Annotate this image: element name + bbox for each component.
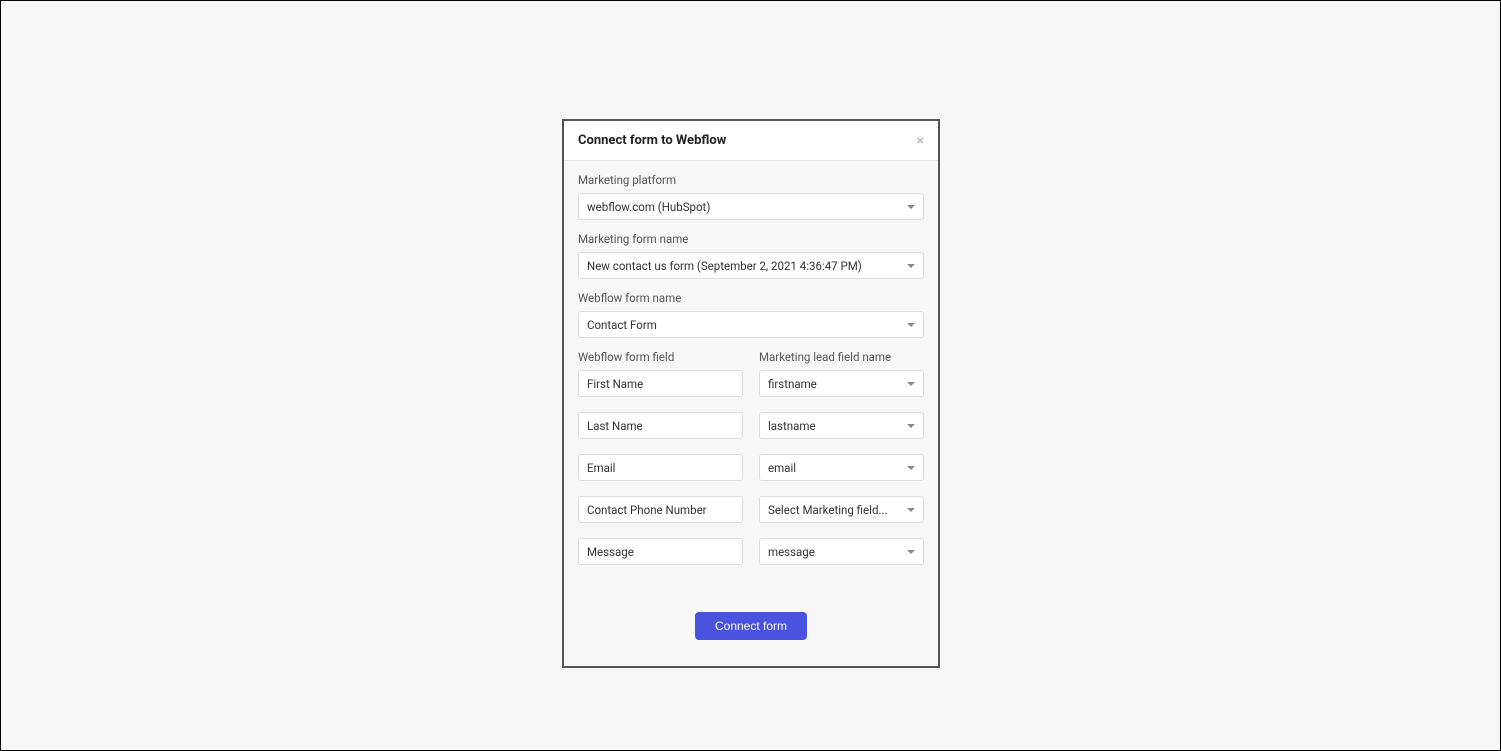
webflow-field-input[interactable]: Message [578, 538, 743, 565]
caret-down-icon [907, 550, 915, 554]
marketing-form-name-group: Marketing form name New contact us form … [578, 232, 924, 279]
marketing-field-value: firstname [768, 377, 901, 391]
modal-title: Connect form to Webflow [578, 133, 726, 148]
marketing-field-value: Select Marketing field... [768, 503, 901, 517]
marketing-field-value: message [768, 545, 901, 559]
modal-body: Marketing platform webflow.com (HubSpot)… [564, 161, 938, 666]
caret-down-icon [907, 323, 915, 327]
marketing-form-name-label: Marketing form name [578, 232, 924, 246]
mapping-row: Email email [578, 454, 924, 481]
connect-form-modal: Connect form to Webflow × Marketing plat… [562, 119, 940, 668]
webflow-field-input[interactable]: Email [578, 454, 743, 481]
webflow-field-input[interactable]: Last Name [578, 412, 743, 439]
webflow-field-value: First Name [587, 377, 643, 391]
mapping-row: First Name firstname [578, 370, 924, 397]
marketing-form-name-select[interactable]: New contact us form (September 2, 2021 4… [578, 252, 924, 279]
mapping-header: Webflow form field Marketing lead field … [578, 350, 924, 364]
marketing-platform-label: Marketing platform [578, 173, 924, 187]
webflow-field-value: Message [587, 545, 634, 559]
webflow-field-value: Last Name [587, 419, 643, 433]
modal-footer: Connect form [578, 580, 924, 648]
marketing-lead-field-label: Marketing lead field name [759, 350, 924, 364]
marketing-field-select[interactable]: email [759, 454, 924, 481]
modal-header: Connect form to Webflow × [564, 121, 938, 161]
caret-down-icon [907, 424, 915, 428]
mapping-row: Contact Phone Number Select Marketing fi… [578, 496, 924, 523]
caret-down-icon [907, 508, 915, 512]
webflow-field-value: Contact Phone Number [587, 503, 707, 517]
connect-form-button[interactable]: Connect form [695, 612, 807, 640]
webflow-form-name-value: Contact Form [587, 318, 901, 332]
webflow-form-name-label: Webflow form name [578, 291, 924, 305]
webflow-form-name-select[interactable]: Contact Form [578, 311, 924, 338]
webflow-form-field-label: Webflow form field [578, 350, 743, 364]
marketing-form-name-value: New contact us form (September 2, 2021 4… [587, 259, 901, 273]
mapping-row: Last Name lastname [578, 412, 924, 439]
marketing-field-select[interactable]: firstname [759, 370, 924, 397]
webflow-field-input[interactable]: First Name [578, 370, 743, 397]
marketing-field-select[interactable]: lastname [759, 412, 924, 439]
close-icon[interactable]: × [917, 134, 924, 148]
marketing-field-value: lastname [768, 419, 901, 433]
caret-down-icon [907, 466, 915, 470]
marketing-platform-group: Marketing platform webflow.com (HubSpot) [578, 173, 924, 220]
marketing-field-value: email [768, 461, 901, 475]
marketing-field-select[interactable]: message [759, 538, 924, 565]
mapping-row: Message message [578, 538, 924, 565]
marketing-platform-select[interactable]: webflow.com (HubSpot) [578, 193, 924, 220]
caret-down-icon [907, 382, 915, 386]
webflow-field-input[interactable]: Contact Phone Number [578, 496, 743, 523]
webflow-field-value: Email [587, 461, 615, 475]
marketing-platform-value: webflow.com (HubSpot) [587, 200, 901, 214]
caret-down-icon [907, 205, 915, 209]
webflow-form-name-group: Webflow form name Contact Form [578, 291, 924, 338]
caret-down-icon [907, 264, 915, 268]
marketing-field-select[interactable]: Select Marketing field... [759, 496, 924, 523]
